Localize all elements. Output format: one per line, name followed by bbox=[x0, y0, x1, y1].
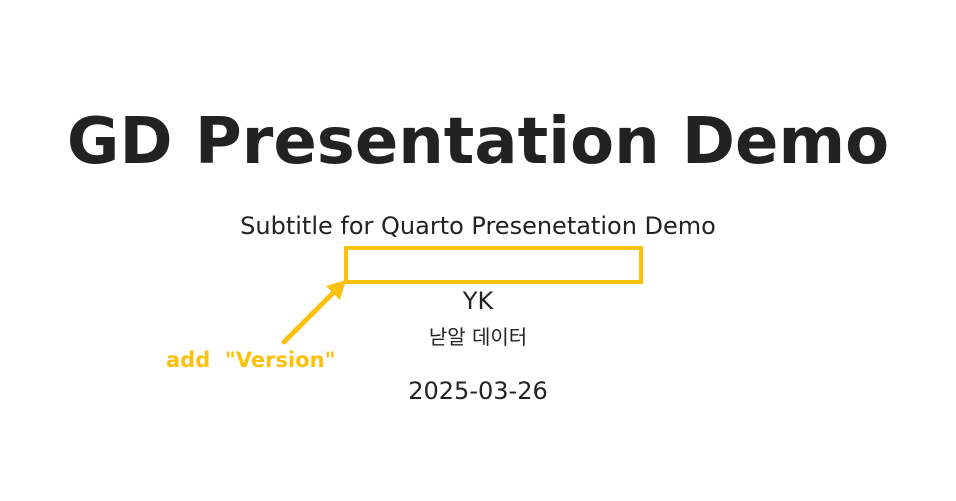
slide-author: YK bbox=[462, 287, 494, 315]
slide-affiliation: 낟알 데이터 bbox=[428, 325, 528, 349]
slide-date: 2025-03-26 bbox=[408, 377, 548, 405]
annotation-label: add "Version" bbox=[166, 348, 336, 372]
slide-subtitle: Subtitle for Quarto Presenetation Demo bbox=[240, 212, 716, 240]
slide-title: GD Presentation Demo bbox=[66, 105, 890, 179]
title-slide: GD Presentation Demo Subtitle for Quarto… bbox=[0, 0, 956, 501]
version-placeholder-highlight bbox=[344, 246, 643, 284]
